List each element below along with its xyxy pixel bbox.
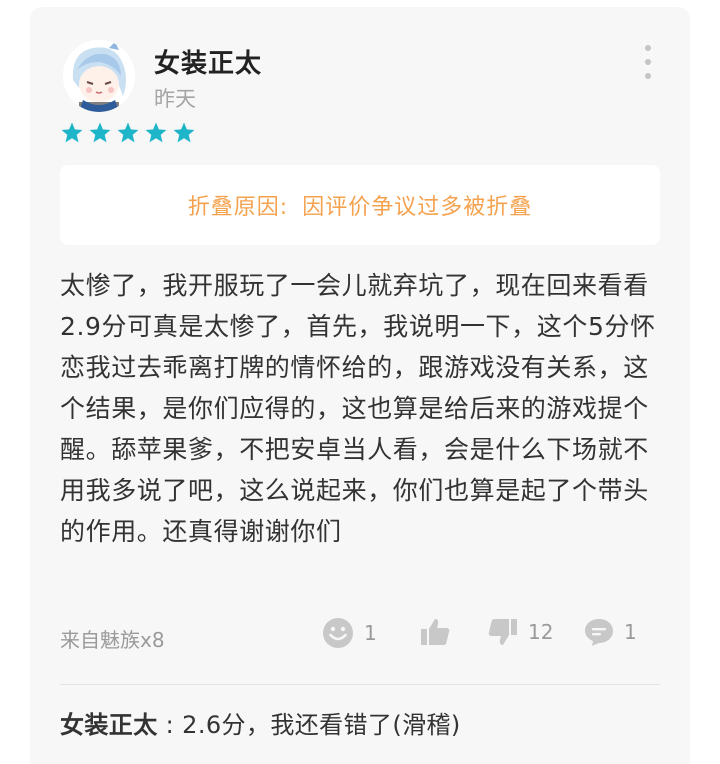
review-body: 太惨了，我开服玩了一会儿就弃坑了，现在回来看看2.9分可真是太惨了，首先，我说明… <box>60 271 656 546</box>
star-icon <box>89 122 111 143</box>
more-options-icon[interactable] <box>636 45 660 79</box>
dislike-count: 12 <box>528 620 554 644</box>
thumbs-up-icon <box>421 619 450 645</box>
thumbs-down-icon <box>488 619 517 645</box>
reply-item[interactable]: 女装正太 : 2.6分，我还看错了(滑稽) <box>60 705 461 740</box>
reply-separator: : <box>157 711 183 739</box>
review-source: 来自魅族x8 <box>60 628 165 652</box>
comment-button[interactable]: 1 <box>584 617 637 647</box>
dislike-button[interactable]: 12 <box>488 617 553 647</box>
avatar-image <box>63 40 135 112</box>
review-date: 昨天 <box>154 87 196 111</box>
username[interactable]: 女装正太 <box>154 43 262 80</box>
smiley-icon <box>323 618 353 648</box>
reply-author[interactable]: 女装正太 <box>60 711 158 739</box>
star-icon <box>117 122 139 143</box>
fold-reason: 因评价争议过多被折叠 <box>302 195 533 220</box>
emoji-reaction-button[interactable]: 1 <box>322 617 377 649</box>
comment-bubble-icon <box>585 619 613 646</box>
star-icon <box>61 122 83 143</box>
reply-text: 2.6分，我还看错了(滑稽) <box>182 711 461 739</box>
like-button[interactable] <box>420 617 460 647</box>
fold-label: 折叠原因: <box>187 195 289 220</box>
rating-stars <box>60 121 196 145</box>
avatar[interactable] <box>63 40 135 112</box>
fold-notice: 折叠原因: 因评价争议过多被折叠 <box>60 165 660 245</box>
divider <box>60 684 660 685</box>
review-card: 女装正太 昨天 折叠原因: 因评价争议过多被折叠 太惨了，我开服玩了一会儿就弃坑… <box>30 7 690 764</box>
emoji-count: 1 <box>364 621 377 645</box>
star-icon <box>145 122 167 143</box>
comment-count: 1 <box>624 620 637 644</box>
star-icon <box>173 122 195 143</box>
